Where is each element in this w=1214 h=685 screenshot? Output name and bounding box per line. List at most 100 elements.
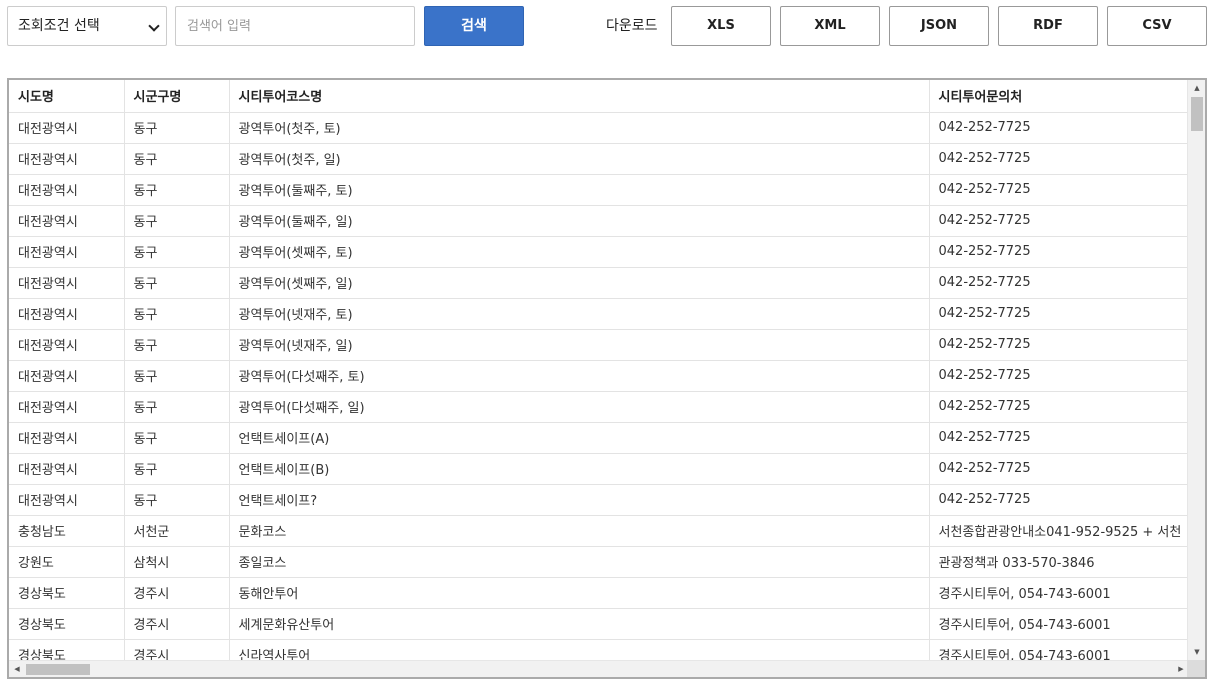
cell-sido: 대전광역시 (9, 360, 125, 392)
cell-sido: 경상북도 (9, 608, 125, 640)
table-row[interactable]: 충청남도 서천군 문화코스 서천종합관광안내소041-952-9525 + 서천 (9, 515, 1189, 547)
column-header-contact[interactable]: 시티투어문의처 (929, 80, 1189, 113)
table-row[interactable]: 대전광역시 동구 광역투어(셋째주, 일) 042-252-7725 (9, 267, 1189, 299)
table-row[interactable]: 경상북도 경주시 세계문화유산투어 경주시티투어, 054-743-6001 (9, 608, 1189, 640)
table-row[interactable]: 대전광역시 동구 광역투어(다섯째주, 일) 042-252-7725 (9, 391, 1189, 423)
table-row[interactable]: 강원도 삼척시 종일코스 관광정책과 033-570-3846 (9, 546, 1189, 578)
vertical-scrollbar[interactable]: ▲ ▼ (1187, 80, 1205, 660)
cell-course-name: 광역투어(첫주, 토) (229, 112, 930, 144)
cell-course-name: 세계문화유산투어 (229, 608, 930, 640)
search-input[interactable] (175, 6, 415, 46)
cell-course-name: 신라역사투어 (229, 639, 930, 660)
cell-course-name: 광역투어(다섯째주, 일) (229, 391, 930, 423)
cell-course-name: 광역투어(첫주, 일) (229, 143, 930, 175)
cell-sigungu: 삼척시 (124, 546, 230, 578)
cell-sido: 대전광역시 (9, 422, 125, 454)
table-row[interactable]: 경상북도 경주시 동해안투어 경주시티투어, 054-743-6001 (9, 577, 1189, 609)
scroll-down-icon[interactable]: ▼ (1188, 644, 1205, 660)
cell-sido: 대전광역시 (9, 205, 125, 237)
cell-contact: 042-252-7725 (929, 236, 1189, 268)
table-row[interactable]: 대전광역시 동구 광역투어(둘째주, 토) 042-252-7725 (9, 174, 1189, 206)
cell-contact: 042-252-7725 (929, 391, 1189, 423)
cell-contact: 042-252-7725 (929, 298, 1189, 330)
cell-sigungu: 동구 (124, 143, 230, 175)
table-body: 대전광역시 동구 광역투어(첫주, 토) 042-252-7725 대전광역시 동구 광역투… (9, 112, 1189, 660)
cell-sido: 충청남도 (9, 515, 125, 547)
table-row[interactable]: 대전광역시 동구 언택트세이프(B) 042-252-7725 (9, 453, 1189, 485)
cell-contact: 042-252-7725 (929, 267, 1189, 299)
cell-sigungu: 경주시 (124, 608, 230, 640)
cell-course-name: 언택트세이프? (229, 484, 930, 516)
cell-sigungu: 동구 (124, 453, 230, 485)
vertical-scroll-thumb[interactable] (1191, 97, 1203, 131)
column-header-course[interactable]: 시티투어코스명 (229, 80, 930, 113)
cell-contact: 042-252-7725 (929, 360, 1189, 392)
cell-sido: 대전광역시 (9, 112, 125, 144)
download-label: 다운로드 (606, 18, 658, 34)
scroll-left-icon[interactable]: ◀ (9, 661, 25, 677)
cell-contact: 관광정책과 033-570-3846 (929, 546, 1189, 578)
cell-contact: 042-252-7725 (929, 422, 1189, 454)
cell-contact: 경주시티투어, 054-743-6001 (929, 639, 1189, 660)
cell-contact: 서천종합관광안내소041-952-9525 + 서천 (929, 515, 1189, 547)
cell-course-name: 광역투어(둘째주, 일) (229, 205, 930, 237)
cell-contact: 042-252-7725 (929, 112, 1189, 144)
cell-sido: 강원도 (9, 546, 125, 578)
data-table: 시도명 시군구명 시티투어코스명 시티투어문의처 대전광역시 동구 광역투어(첫주,… (9, 80, 1189, 660)
condition-select[interactable]: 조회조건 선택 (7, 6, 167, 46)
cell-sigungu: 서천군 (124, 515, 230, 547)
cell-course-name: 광역투어(둘째주, 토) (229, 174, 930, 206)
column-header-sido[interactable]: 시도명 (9, 80, 125, 113)
download-xls-button[interactable]: XLS (671, 6, 771, 46)
grid-viewport: 시도명 시군구명 시티투어코스명 시티투어문의처 대전광역시 동구 광역투어(첫주,… (9, 80, 1189, 660)
header-row: 시도명 시군구명 시티투어코스명 시티투어문의처 (9, 80, 1189, 113)
cell-course-name: 종일코스 (229, 546, 930, 578)
table-row[interactable]: 대전광역시 동구 광역투어(첫주, 일) 042-252-7725 (9, 143, 1189, 175)
cell-sigungu: 동구 (124, 174, 230, 206)
table-row[interactable]: 대전광역시 동구 광역투어(다섯째주, 토) 042-252-7725 (9, 360, 1189, 392)
table-row[interactable]: 대전광역시 동구 광역투어(둘째주, 일) 042-252-7725 (9, 205, 1189, 237)
table-row[interactable]: 대전광역시 동구 광역투어(첫주, 토) 042-252-7725 (9, 112, 1189, 144)
cell-sido: 대전광역시 (9, 267, 125, 299)
toolbar: 조회조건 선택 검색 다운로드 XLS XML JSON RDF CSV (0, 0, 1214, 52)
table-row[interactable]: 대전광역시 동구 광역투어(넷재주, 토) 042-252-7725 (9, 298, 1189, 330)
table-row[interactable]: 대전광역시 동구 언택트세이프(A) 042-252-7725 (9, 422, 1189, 454)
cell-contact: 042-252-7725 (929, 174, 1189, 206)
table-row[interactable]: 경상북도 경주시 신라역사투어 경주시티투어, 054-743-6001 (9, 639, 1189, 660)
cell-course-name: 언택트세이프(B) (229, 453, 930, 485)
column-header-sigungu[interactable]: 시군구명 (124, 80, 230, 113)
cell-sido: 대전광역시 (9, 236, 125, 268)
cell-sido: 대전광역시 (9, 484, 125, 516)
download-json-button[interactable]: JSON (889, 6, 989, 46)
cell-sido: 경상북도 (9, 639, 125, 660)
cell-sido: 대전광역시 (9, 174, 125, 206)
cell-sido: 대전광역시 (9, 298, 125, 330)
scroll-up-icon[interactable]: ▲ (1188, 80, 1205, 96)
cell-sigungu: 동구 (124, 298, 230, 330)
download-csv-button[interactable]: CSV (1107, 6, 1207, 46)
horizontal-scrollbar[interactable]: ◀ ▶ (9, 660, 1189, 677)
cell-contact: 042-252-7725 (929, 329, 1189, 361)
cell-sigungu: 동구 (124, 112, 230, 144)
cell-sigungu: 동구 (124, 391, 230, 423)
data-grid: 시도명 시군구명 시티투어코스명 시티투어문의처 대전광역시 동구 광역투어(첫주,… (7, 78, 1207, 679)
chevron-down-icon (148, 20, 160, 32)
search-button[interactable]: 검색 (424, 6, 524, 46)
cell-sido: 대전광역시 (9, 391, 125, 423)
cell-sigungu: 동구 (124, 329, 230, 361)
table-row[interactable]: 대전광역시 동구 언택트세이프? 042-252-7725 (9, 484, 1189, 516)
cell-contact: 042-252-7725 (929, 453, 1189, 485)
table-row[interactable]: 대전광역시 동구 광역투어(셋째주, 토) 042-252-7725 (9, 236, 1189, 268)
cell-sido: 대전광역시 (9, 329, 125, 361)
cell-sigungu: 동구 (124, 205, 230, 237)
cell-course-name: 광역투어(셋째주, 일) (229, 267, 930, 299)
cell-contact: 경주시티투어, 054-743-6001 (929, 577, 1189, 609)
cell-sido: 대전광역시 (9, 453, 125, 485)
horizontal-scroll-thumb[interactable] (26, 664, 90, 675)
cell-course-name: 광역투어(셋째주, 토) (229, 236, 930, 268)
download-xml-button[interactable]: XML (780, 6, 880, 46)
cell-sigungu: 동구 (124, 267, 230, 299)
table-row[interactable]: 대전광역시 동구 광역투어(넷재주, 일) 042-252-7725 (9, 329, 1189, 361)
cell-course-name: 광역투어(넷재주, 토) (229, 298, 930, 330)
download-rdf-button[interactable]: RDF (998, 6, 1098, 46)
